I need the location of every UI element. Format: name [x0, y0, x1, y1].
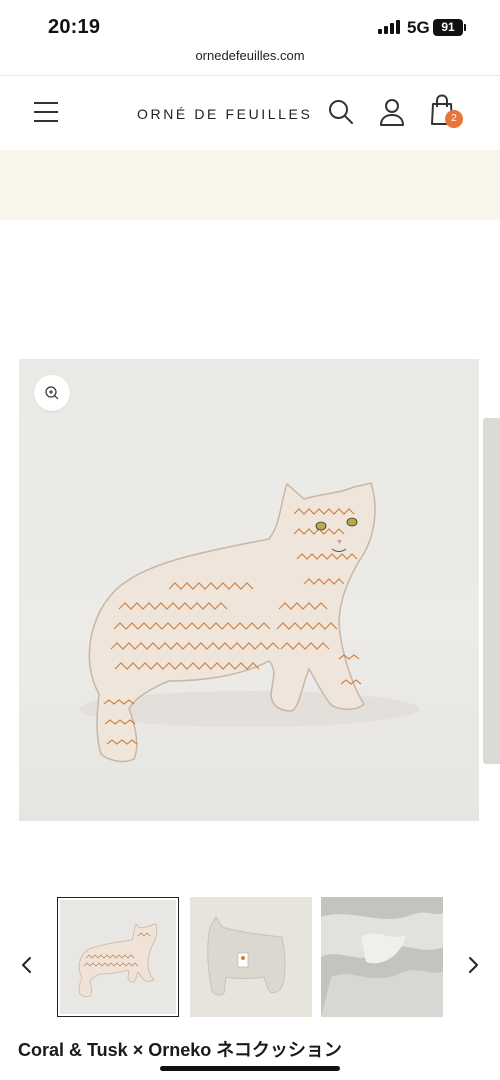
cart-button[interactable]: 2: [428, 94, 464, 130]
signal-icon: [378, 20, 400, 34]
thumbnail-prev-button[interactable]: [17, 952, 37, 978]
account-button[interactable]: [378, 97, 406, 127]
thumbnail-1[interactable]: [57, 897, 179, 1017]
fabric-detail-thumbnail: [321, 897, 443, 1017]
site-header: ORNÉ DE FEUILLES 2: [0, 76, 500, 150]
search-icon: [329, 100, 353, 124]
chevron-left-icon: [22, 957, 31, 973]
menu-icon-bar: [34, 111, 58, 113]
thumbnail-2[interactable]: [190, 897, 312, 1017]
account-icon: [380, 99, 404, 126]
cart-count-badge: 2: [445, 110, 463, 128]
network-type: 5G: [407, 18, 430, 37]
menu-button[interactable]: [34, 100, 60, 124]
home-indicator[interactable]: [160, 1066, 340, 1071]
zoom-button[interactable]: [34, 375, 70, 411]
zoom-in-icon: [45, 386, 59, 400]
thumbnail-next-button[interactable]: [463, 952, 483, 978]
next-image-peek[interactable]: [483, 418, 500, 764]
battery-level: 91: [441, 20, 455, 34]
cat-cushion-back-thumbnail: [190, 897, 312, 1017]
status-bar: 20:19 5G 91: [0, 0, 500, 46]
product-title: Coral & Tusk × Orneko ネコクッション: [18, 1040, 342, 1060]
search-button[interactable]: [327, 98, 355, 126]
menu-icon-bar: [34, 120, 58, 122]
thumbnail-3[interactable]: [321, 897, 443, 1017]
announcement-bar: [0, 150, 500, 220]
address-bar[interactable]: ornedefeuilles.com: [0, 48, 500, 63]
chevron-right-icon: [469, 957, 478, 973]
battery-icon: 91: [433, 19, 466, 36]
cat-cushion-image: [79, 482, 419, 763]
site-logo[interactable]: ORNÉ DE FEUILLES: [137, 106, 312, 122]
product-main-image[interactable]: [19, 359, 479, 821]
menu-icon: [34, 102, 58, 104]
status-time: 20:19: [48, 16, 101, 38]
cat-cushion-thumbnail: [78, 923, 158, 998]
